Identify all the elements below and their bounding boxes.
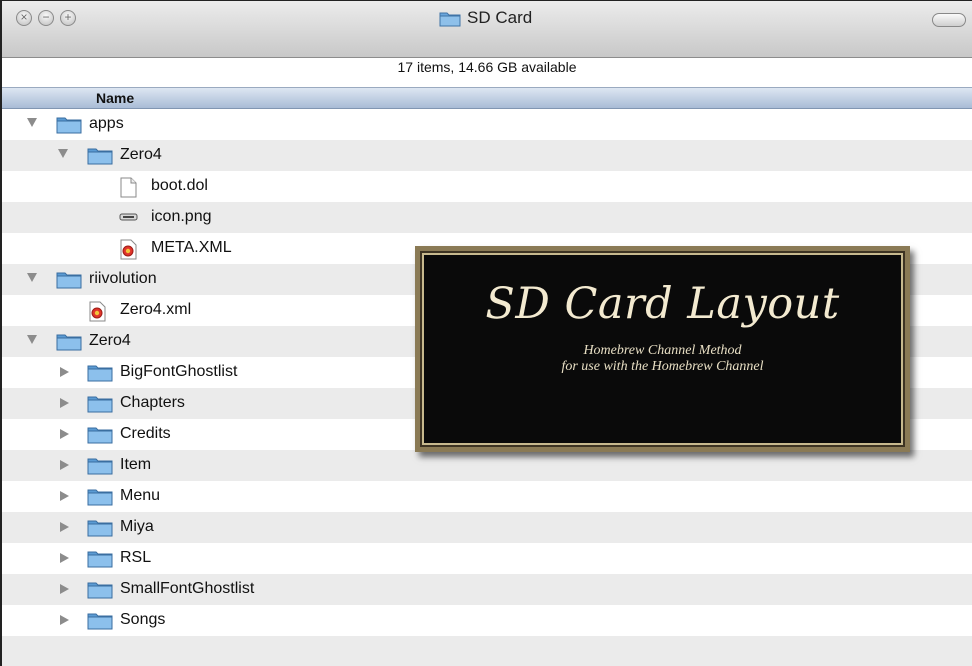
status-bar: 17 items, 14.66 GB available bbox=[397, 59, 577, 75]
disclosure-closed-icon[interactable] bbox=[60, 429, 69, 439]
window-title: SD Card bbox=[439, 6, 532, 30]
disclosure-closed-icon[interactable] bbox=[60, 367, 69, 377]
disclosure-closed-icon[interactable] bbox=[60, 584, 69, 594]
finder-window: × − + SD Card 17 items, 14.66 GB availab… bbox=[0, 0, 972, 666]
folder-icon bbox=[56, 115, 82, 139]
item-name: BigFontGhostlist bbox=[120, 363, 238, 380]
item-name: Zero4 bbox=[120, 146, 162, 163]
banner-title: SD Card Layout bbox=[485, 279, 840, 329]
folder-icon bbox=[87, 425, 113, 449]
zoom-button[interactable]: + bbox=[60, 10, 76, 26]
banner-line-1: Homebrew Channel Method bbox=[583, 343, 742, 358]
item-name: Miya bbox=[120, 518, 154, 535]
toolbar-toggle-button[interactable] bbox=[932, 13, 966, 27]
title-bar[interactable]: × − + SD Card 17 items, 14.66 GB availab… bbox=[2, 1, 972, 75]
disclosure-closed-icon[interactable] bbox=[60, 553, 69, 563]
file-row[interactable]: icon.png bbox=[2, 202, 972, 233]
disclosure-open-icon[interactable] bbox=[27, 273, 37, 282]
folder-icon bbox=[87, 611, 113, 635]
folder-icon bbox=[439, 12, 461, 26]
folder-row[interactable]: Songs bbox=[2, 605, 972, 636]
column-header-name[interactable]: Name bbox=[2, 87, 972, 109]
item-name: apps bbox=[89, 115, 124, 132]
folder-icon bbox=[87, 394, 113, 418]
folder-icon bbox=[87, 549, 113, 573]
disclosure-open-icon[interactable] bbox=[27, 118, 37, 127]
item-name: riivolution bbox=[89, 270, 157, 287]
folder-icon bbox=[56, 332, 82, 356]
folder-icon bbox=[87, 580, 113, 604]
window-title-text: SD Card bbox=[467, 8, 533, 27]
folder-row[interactable]: Zero4 bbox=[2, 140, 972, 171]
folder-icon bbox=[87, 518, 113, 542]
folder-row[interactable]: SmallFontGhostlist bbox=[2, 574, 972, 605]
folder-row[interactable]: Item bbox=[2, 450, 972, 481]
xml-icon bbox=[119, 239, 137, 265]
item-name: Item bbox=[120, 456, 152, 473]
item-name: Credits bbox=[120, 425, 171, 442]
folder-row[interactable]: Menu bbox=[2, 481, 972, 512]
minimize-button[interactable]: − bbox=[38, 10, 54, 26]
close-button[interactable]: × bbox=[16, 10, 32, 26]
folder-icon bbox=[87, 146, 113, 170]
item-name: RSL bbox=[120, 549, 152, 566]
item-name: Zero4.xml bbox=[120, 301, 192, 318]
disclosure-closed-icon[interactable] bbox=[60, 522, 69, 532]
item-name: Zero4 bbox=[89, 332, 131, 349]
disclosure-closed-icon[interactable] bbox=[60, 398, 69, 408]
banner-line-2: for use with the Homebrew Channel bbox=[561, 359, 764, 374]
disclosure-open-icon[interactable] bbox=[27, 335, 37, 344]
empty-row bbox=[2, 636, 972, 666]
folder-icon bbox=[87, 363, 113, 387]
column-header-label: Name bbox=[96, 90, 135, 106]
item-name: META.XML bbox=[151, 239, 232, 256]
folder-icon bbox=[87, 487, 113, 511]
file-row[interactable]: boot.dol bbox=[2, 171, 972, 202]
image-icon bbox=[119, 208, 139, 232]
item-name: SmallFontGhostlist bbox=[120, 580, 255, 597]
item-name: Menu bbox=[120, 487, 161, 504]
folder-row[interactable]: Miya bbox=[2, 512, 972, 543]
sd-card-layout-banner: SD Card Layout Homebrew Channel Method f… bbox=[415, 246, 910, 452]
disclosure-closed-icon[interactable] bbox=[60, 615, 69, 625]
item-name: Songs bbox=[120, 611, 166, 628]
document-icon bbox=[119, 177, 137, 203]
disclosure-closed-icon[interactable] bbox=[60, 460, 69, 470]
folder-row[interactable]: RSL bbox=[2, 543, 972, 574]
item-name: icon.png bbox=[151, 208, 212, 225]
xml-icon bbox=[88, 301, 106, 327]
folder-row[interactable]: apps bbox=[2, 109, 972, 140]
folder-icon bbox=[87, 456, 113, 480]
folder-icon bbox=[56, 270, 82, 294]
disclosure-open-icon[interactable] bbox=[58, 149, 68, 158]
item-name: Chapters bbox=[120, 394, 185, 411]
item-name: boot.dol bbox=[151, 177, 208, 194]
disclosure-closed-icon[interactable] bbox=[60, 491, 69, 501]
